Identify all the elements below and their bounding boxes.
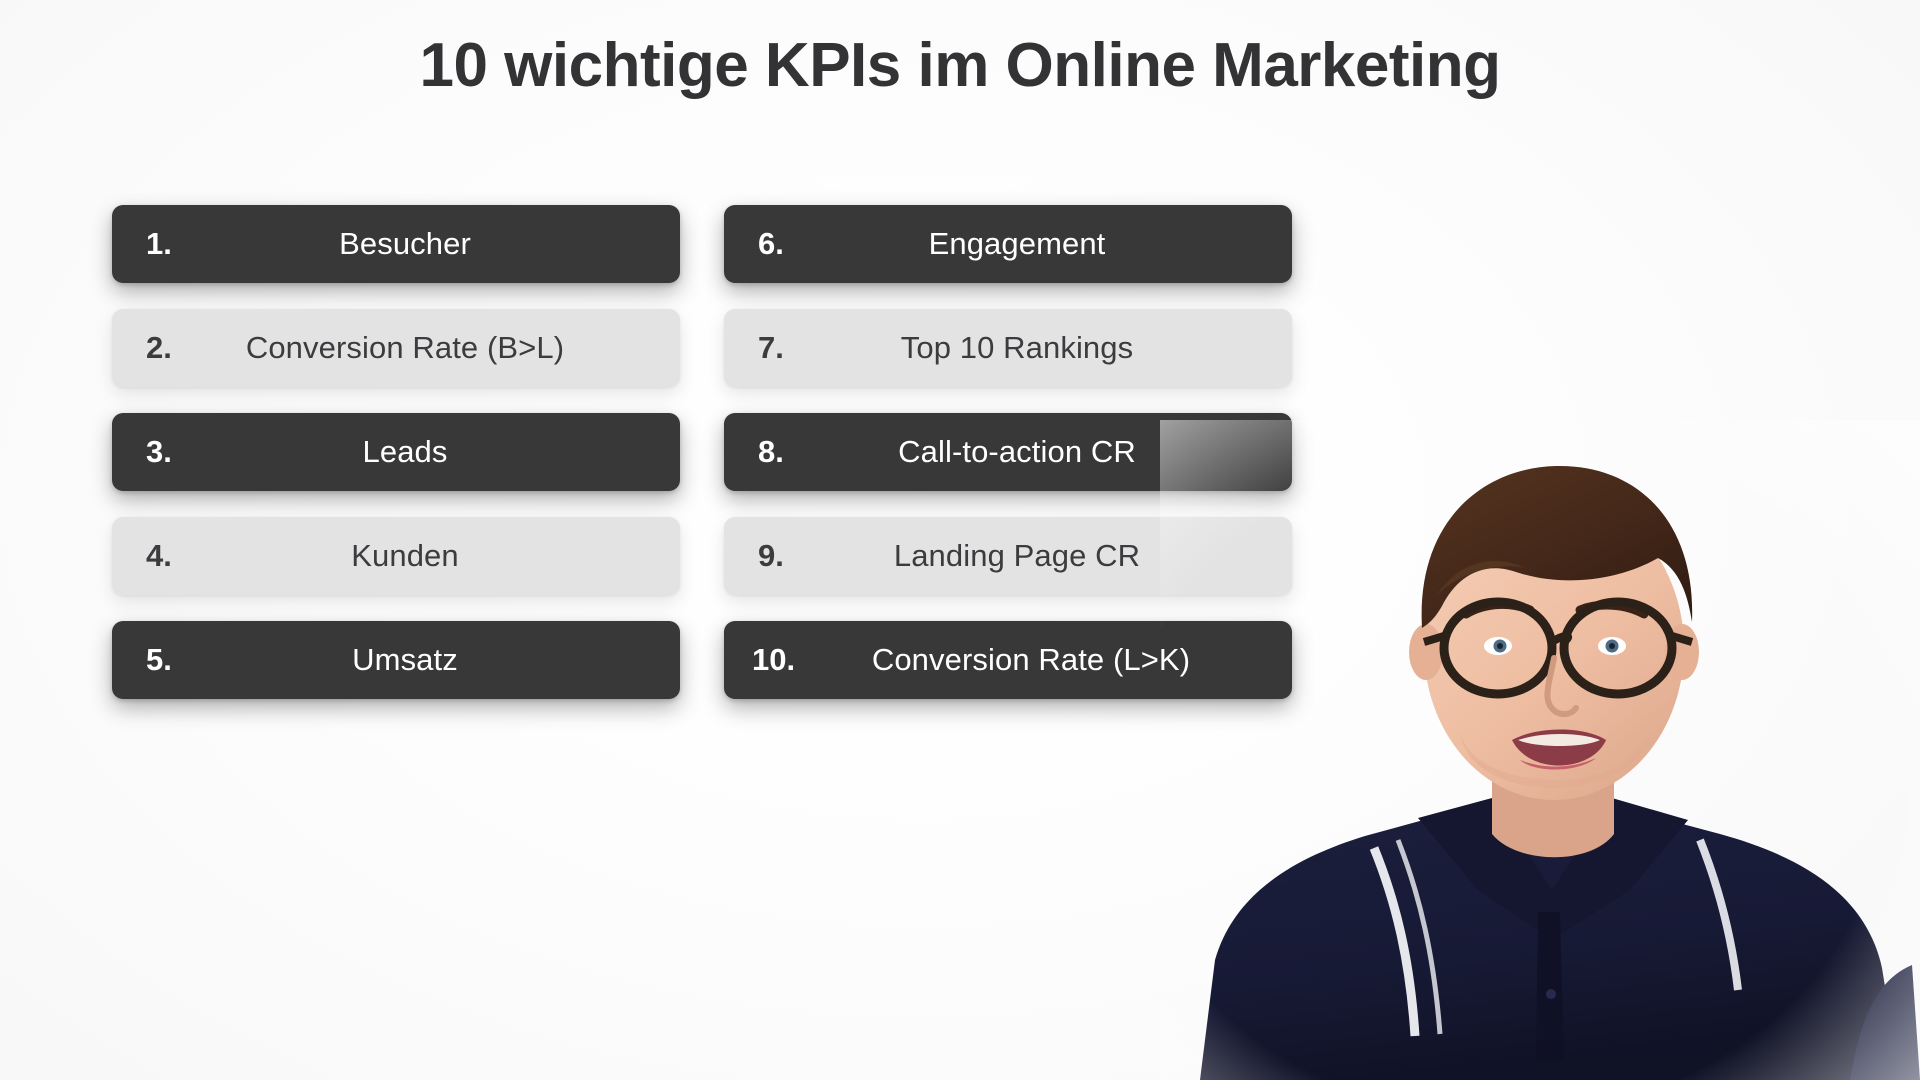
slide-canvas: 10 wichtige KPIs im Online Marketing 1. … (0, 0, 1920, 1080)
kpi-item-4[interactable]: 4. Kunden (112, 517, 680, 595)
kpi-item-6-number: 6. (758, 226, 784, 261)
presenter-eyebrow-left (1461, 599, 1535, 619)
presenter-shirt-placket (1536, 912, 1564, 1060)
kpi-item-1-number: 1. (146, 226, 172, 261)
presenter-collar-shape (1418, 798, 1688, 940)
page-title: 10 wichtige KPIs im Online Marketing (419, 31, 1501, 100)
kpi-item-2-number: 2. (146, 330, 172, 365)
kpi-item-3-label: Leads (362, 434, 448, 469)
kpi-item-5[interactable]: 5. Umsatz (112, 621, 680, 699)
kpi-item-2-label: Conversion Rate (B>L) (245, 330, 565, 365)
presenter-eyebrow-right (1575, 600, 1649, 619)
presenter-torso (1200, 810, 1920, 1080)
kpi-item-9-label: Landing Page CR (893, 538, 1141, 573)
kpi-item-3[interactable]: 3. Leads (112, 413, 680, 491)
kpi-item-3-number: 3. (146, 434, 172, 469)
kpi-item-1-label: Besucher (339, 226, 471, 261)
kpi-item-10-number: 10. (752, 642, 796, 677)
kpi-item-5-number: 5. (146, 642, 172, 677)
kpi-item-7[interactable]: 7. Top 10 Rankings (724, 309, 1292, 387)
kpi-item-5-label: Umsatz (352, 642, 458, 677)
kpi-list: 1. Besucher 2. Conversion Rate (B>L) 3. … (112, 205, 1292, 699)
presenter-nose (1544, 655, 1579, 718)
kpi-item-9-number: 9. (758, 538, 784, 573)
kpi-item-4-number: 4. (146, 538, 172, 573)
kpi-item-1[interactable]: 1. Besucher (112, 205, 680, 283)
kpi-item-2[interactable]: 2. Conversion Rate (B>L) (112, 309, 680, 387)
kpi-item-10-label: Conversion Rate (L>K) (871, 642, 1191, 677)
kpi-item-4-label: Kunden (351, 538, 459, 573)
presenter-neck (1492, 760, 1614, 858)
kpi-item-8[interactable]: 8. Call-to-action CR (724, 413, 1292, 491)
glasses-icon (1422, 597, 1694, 699)
presenter-hair (1421, 465, 1693, 628)
presenter-head (1409, 465, 1699, 800)
kpi-item-8-number: 8. (758, 434, 784, 469)
kpi-item-10[interactable]: 10. Conversion Rate (L>K) (724, 621, 1292, 699)
presenter-collar (1369, 838, 1742, 1037)
kpi-item-6[interactable]: 6. Engagement (724, 205, 1292, 283)
kpi-item-7-label: Top 10 Rankings (900, 330, 1134, 365)
presenter-mouth (1512, 729, 1606, 770)
presenter-shirt-button (1546, 989, 1556, 999)
kpi-item-8-label: Call-to-action CR (898, 434, 1136, 469)
kpi-item-6-label: Engagement (928, 226, 1106, 261)
kpi-item-9[interactable]: 9. Landing Page CR (724, 517, 1292, 595)
kpi-item-7-number: 7. (758, 330, 784, 365)
